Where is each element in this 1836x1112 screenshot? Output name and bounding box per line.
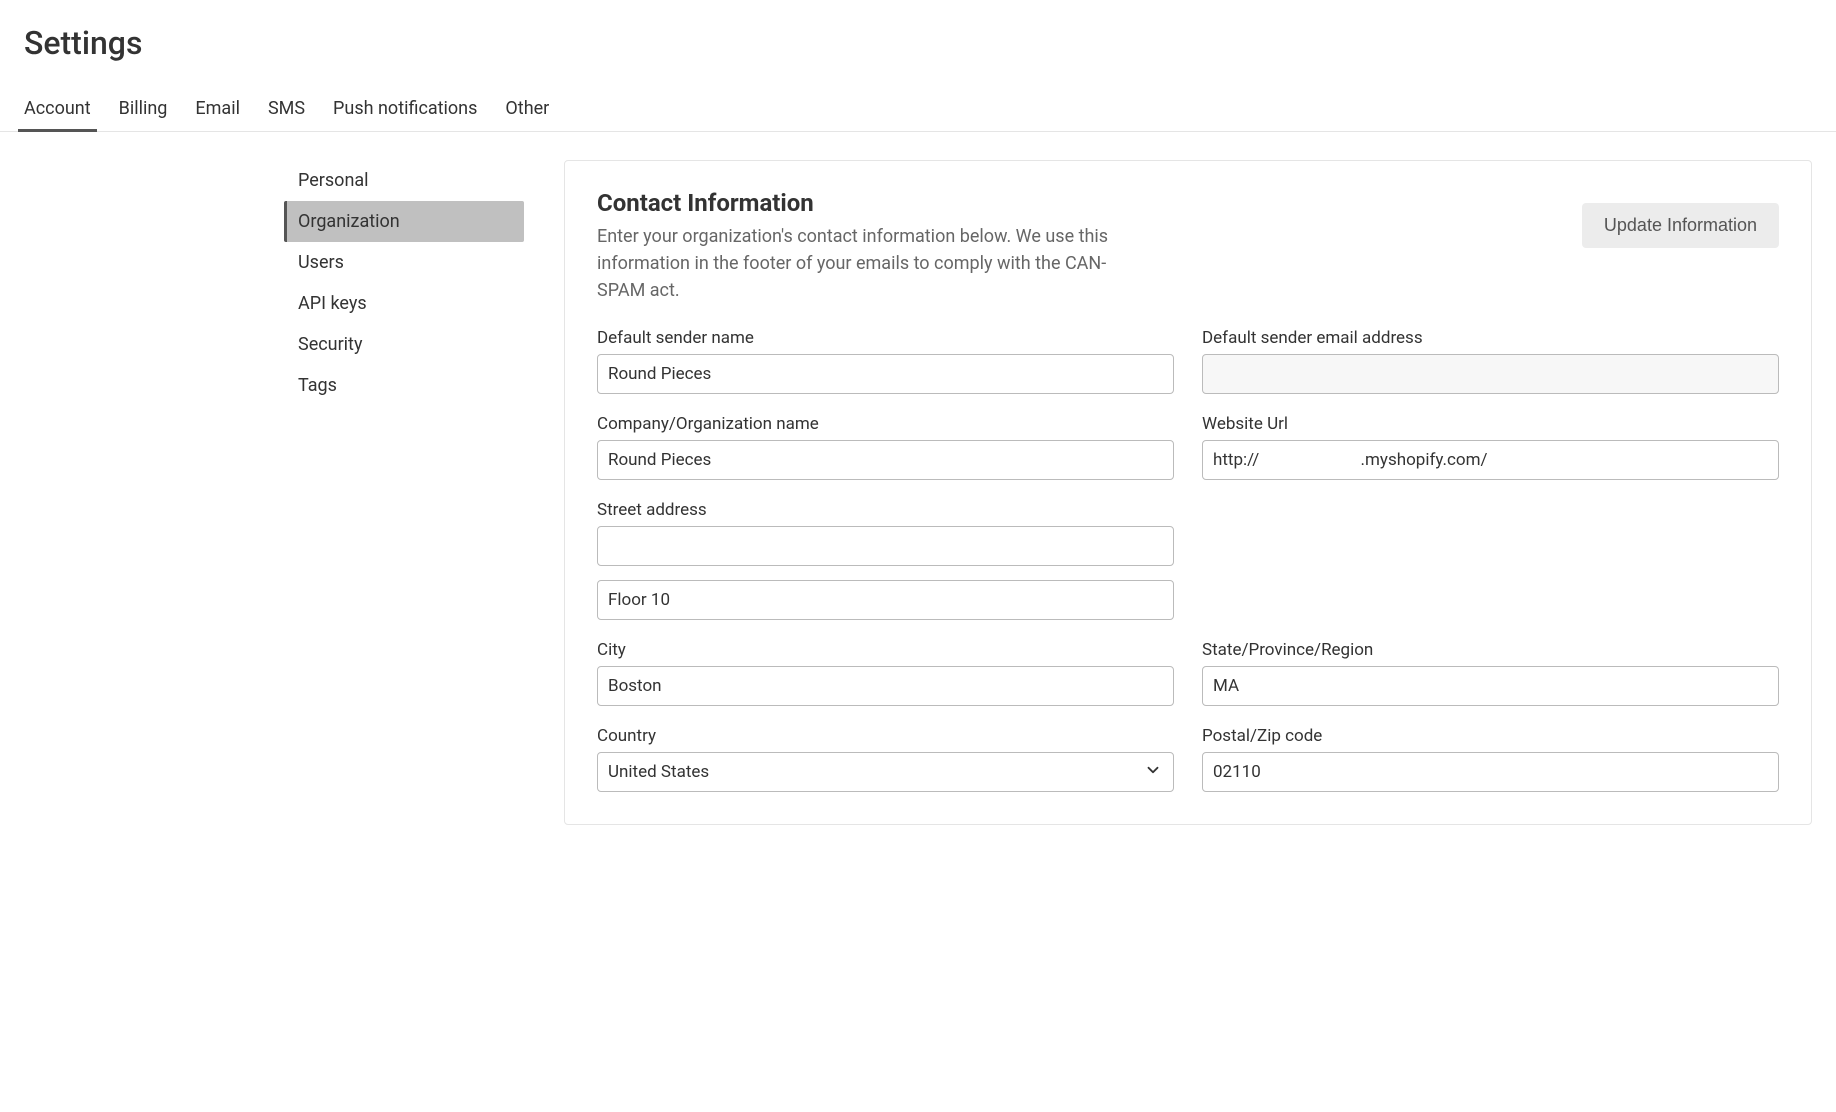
tab-account[interactable]: Account [24, 86, 91, 131]
country-label: Country [597, 726, 1174, 746]
city-input[interactable] [597, 666, 1174, 706]
sidebar-item-personal[interactable]: Personal [284, 160, 524, 201]
contact-info-panel: Contact Information Enter your organizat… [564, 160, 1812, 825]
website-url-input[interactable] [1202, 440, 1779, 480]
sender-email-label: Default sender email address [1202, 328, 1779, 348]
website-url-label: Website Url [1202, 414, 1779, 434]
sidebar-item-api-keys[interactable]: API keys [284, 283, 524, 324]
tab-billing[interactable]: Billing [119, 86, 168, 131]
tab-sms[interactable]: SMS [268, 86, 305, 131]
street-address-line2-input[interactable] [597, 580, 1174, 620]
sender-name-label: Default sender name [597, 328, 1174, 348]
postal-label: Postal/Zip code [1202, 726, 1779, 746]
update-information-button[interactable]: Update Information [1582, 203, 1779, 248]
sidebar-item-security[interactable]: Security [284, 324, 524, 365]
company-name-label: Company/Organization name [597, 414, 1174, 434]
street-address-line1-input[interactable] [597, 526, 1174, 566]
company-name-input[interactable] [597, 440, 1174, 480]
panel-title: Contact Information [597, 189, 1552, 217]
tab-email[interactable]: Email [195, 86, 240, 131]
state-input[interactable] [1202, 666, 1779, 706]
postal-input[interactable] [1202, 752, 1779, 792]
sender-name-input[interactable] [597, 354, 1174, 394]
panel-description: Enter your organization's contact inform… [597, 223, 1137, 304]
sender-email-input[interactable] [1202, 354, 1779, 394]
sidebar-item-users[interactable]: Users [284, 242, 524, 283]
sidebar-item-organization[interactable]: Organization [284, 201, 524, 242]
state-label: State/Province/Region [1202, 640, 1779, 660]
page-title: Settings [24, 24, 1812, 62]
tab-push-notifications[interactable]: Push notifications [333, 86, 477, 131]
settings-sidebar: Personal Organization Users API keys Sec… [284, 160, 524, 825]
country-select[interactable] [597, 752, 1174, 792]
street-address-label: Street address [597, 500, 1174, 520]
tabs-nav: Account Billing Email SMS Push notificat… [0, 86, 1836, 132]
sidebar-item-tags[interactable]: Tags [284, 365, 524, 406]
tab-other[interactable]: Other [505, 86, 549, 131]
city-label: City [597, 640, 1174, 660]
